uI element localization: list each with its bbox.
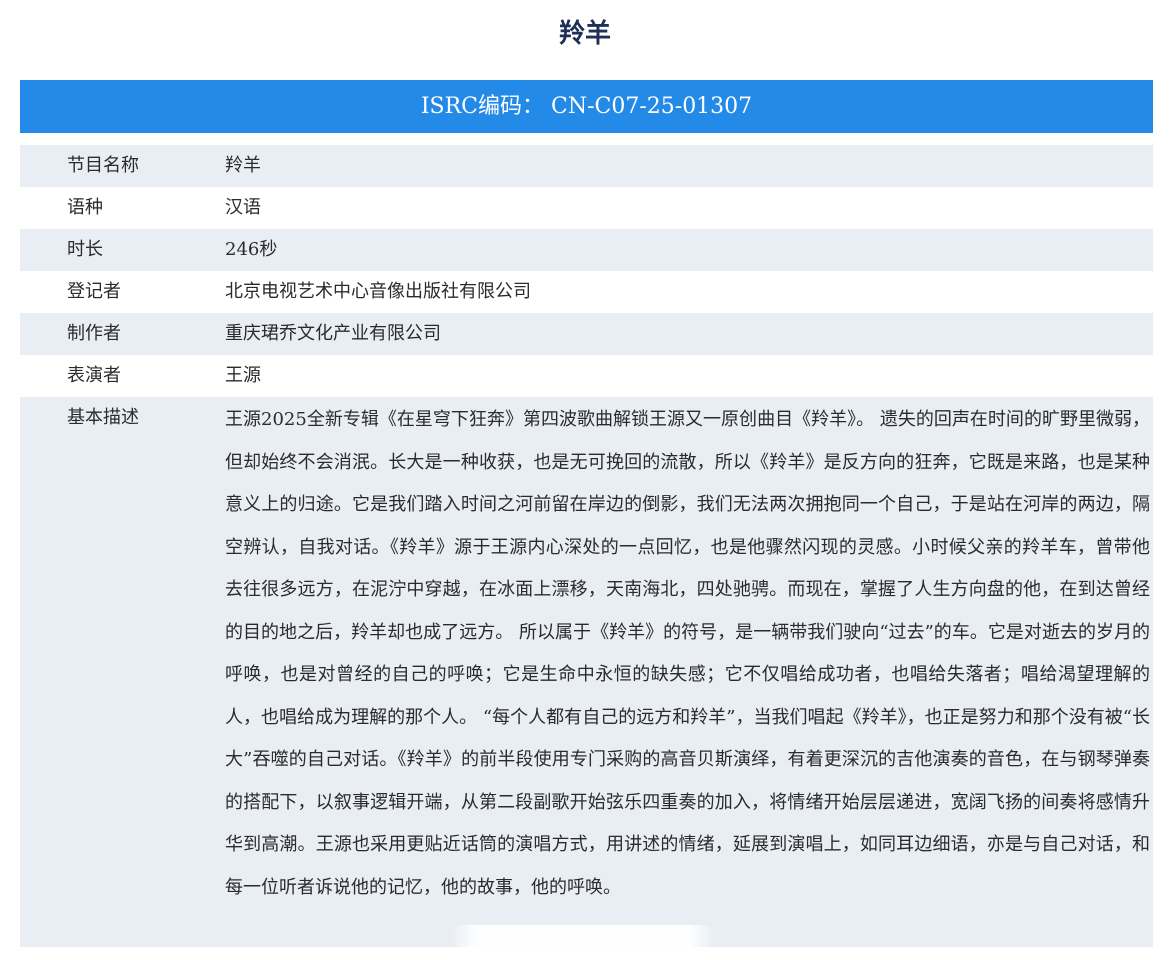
row-label: 制作者 — [67, 323, 121, 344]
row-label: 时长 — [67, 239, 103, 260]
table-row-producer: 制作者 重庆珺乔文化产业有限公司 — [20, 313, 1153, 355]
row-value: 重庆珺乔文化产业有限公司 — [225, 323, 441, 344]
page-title: 羚羊 — [558, 19, 611, 49]
isrc-header-bar: ISRC编码： CN-C07-25-01307 — [20, 80, 1153, 133]
table-row-duration: 时长 246秒 — [20, 229, 1153, 271]
row-value: 246秒 — [225, 239, 278, 260]
isrc-label: ISRC编码： — [420, 94, 544, 119]
isrc-spacer — [544, 94, 551, 119]
row-value: 王源 — [225, 365, 261, 386]
row-label: 表演者 — [67, 365, 121, 386]
watermark-overlay — [450, 925, 715, 947]
isrc-code: CN-C07-25-01307 — [550, 94, 753, 119]
table-row-language: 语种 汉语 — [20, 187, 1153, 229]
table-row-registrant: 登记者 北京电视艺术中心音像出版社有限公司 — [20, 271, 1153, 313]
table-row-description: 基本描述 王源2025全新专辑《在星穹下狂奔》第四波歌曲解锁王源又一原创曲目《羚… — [20, 397, 1153, 947]
table-row-program-name: 节目名称 羚羊 — [20, 145, 1153, 187]
row-value: 汉语 — [225, 197, 261, 218]
description-text: 王源2025全新专辑《在星穹下狂奔》第四波歌曲解锁王源又一原创曲目《羚羊》。 遗… — [225, 409, 1150, 898]
table-row-performer: 表演者 王源 — [20, 355, 1153, 397]
row-label: 登记者 — [67, 281, 121, 302]
row-value: 北京电视艺术中心音像出版社有限公司 — [225, 281, 531, 302]
row-label: 语种 — [67, 197, 103, 218]
row-label: 基本描述 — [67, 407, 139, 428]
info-table: 节目名称 羚羊 语种 汉语 时长 246秒 登记者 北京电视艺术中心音像出版社有… — [20, 145, 1153, 947]
row-label: 节目名称 — [67, 155, 139, 176]
row-value: 羚羊 — [225, 155, 261, 176]
